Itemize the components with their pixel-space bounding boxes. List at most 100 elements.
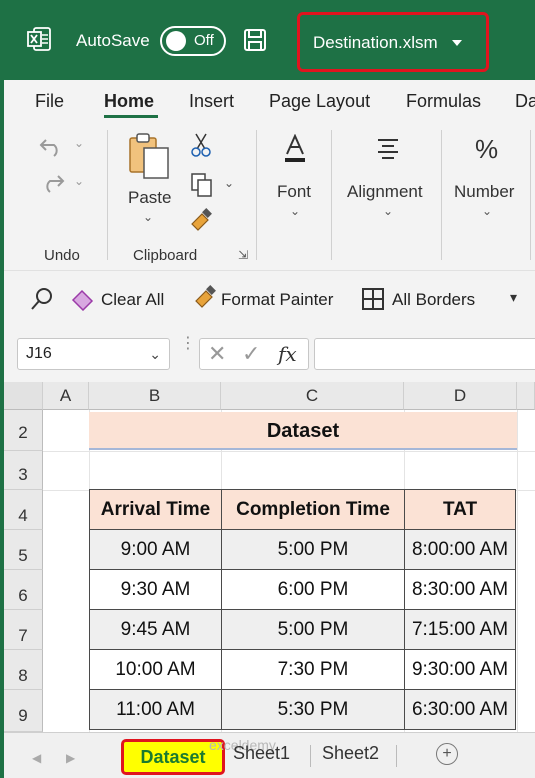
column-header-b[interactable]: B	[89, 382, 221, 410]
gridline	[43, 451, 535, 452]
row-header-4[interactable]: 4	[4, 490, 43, 530]
drag-handle-icon[interactable]: ⋮	[180, 336, 196, 352]
ribbon-divider	[530, 130, 531, 260]
quick-access-row: Clear All Format Painter All Borders ▾	[4, 270, 535, 326]
cancel-icon[interactable]: ✕	[208, 341, 226, 367]
font-button[interactable]: Font	[277, 182, 311, 202]
formula-buttons: ✕ ✓ fx	[199, 338, 309, 370]
redo-icon[interactable]	[38, 170, 66, 194]
search-icon[interactable]	[30, 287, 54, 311]
tab-divider	[396, 745, 397, 767]
chevron-down-icon	[452, 40, 462, 46]
row-header-5[interactable]: 5	[4, 530, 43, 570]
all-borders-icon[interactable]	[361, 287, 385, 311]
tat-cell[interactable]: 7:15:00 AM	[404, 609, 516, 650]
row-header-2[interactable]: 2	[4, 410, 43, 451]
chevron-down-icon[interactable]: ⌄	[149, 346, 161, 363]
row-header-9[interactable]: 9	[4, 690, 43, 732]
tab-data[interactable]: Da	[515, 91, 535, 112]
row-header-3[interactable]: 3	[4, 451, 43, 490]
redo-chevron-icon[interactable]: ⌄	[74, 174, 84, 188]
menu-bar: File Home Insert Page Layout Formulas Da	[4, 80, 535, 120]
name-box[interactable]: J16 ⌄	[17, 338, 170, 370]
scroll-right-icon[interactable]: ▶	[66, 751, 75, 765]
ribbon-divider	[441, 130, 442, 260]
paste-icon[interactable]	[128, 132, 172, 180]
arrival-time-cell[interactable]: 9:30 AM	[89, 569, 222, 610]
clipboard-group-label: Clipboard	[133, 247, 198, 264]
arrival-time-cell[interactable]: 9:00 AM	[89, 529, 222, 570]
tat-cell[interactable]: 8:00:00 AM	[404, 529, 516, 570]
tat-cell[interactable]: 6:30:00 AM	[404, 689, 516, 730]
clear-all-button[interactable]: Clear All	[101, 290, 164, 310]
arrival-time-cell[interactable]: 9:45 AM	[89, 609, 222, 650]
arrival-time-cell[interactable]: 11:00 AM	[89, 689, 222, 730]
save-icon[interactable]	[243, 28, 267, 52]
header-tat[interactable]: TAT	[404, 489, 516, 530]
paste-chevron-icon[interactable]: ⌄	[143, 210, 153, 224]
paste-button[interactable]: Paste	[128, 188, 171, 208]
column-header-e[interactable]	[517, 382, 535, 410]
column-header-c[interactable]: C	[221, 382, 404, 410]
eraser-icon[interactable]	[70, 287, 96, 311]
header-completion-time[interactable]: Completion Time	[221, 489, 405, 530]
number-button[interactable]: Number	[454, 182, 514, 202]
name-box-value: J16	[26, 345, 52, 362]
font-icon[interactable]	[283, 134, 307, 164]
data-table: Arrival Time Completion Time TAT 9:00 AM…	[89, 489, 516, 730]
header-arrival-time[interactable]: Arrival Time	[89, 489, 222, 530]
completion-time-cell[interactable]: 6:00 PM	[221, 569, 405, 610]
table-header-row: Arrival Time Completion Time TAT	[89, 489, 516, 530]
copy-chevron-icon[interactable]: ⌄	[224, 176, 234, 190]
tab-home[interactable]: Home	[104, 91, 154, 112]
column-header-a[interactable]: A	[43, 382, 89, 410]
sheet-tab-sheet2[interactable]: Sheet2	[322, 743, 379, 764]
title-bar: AutoSave Off Destination.xlsm	[0, 0, 535, 80]
percent-icon[interactable]: %	[475, 134, 498, 165]
format-painter-icon[interactable]	[188, 208, 214, 234]
formula-input[interactable]	[314, 338, 535, 370]
tab-page-layout[interactable]: Page Layout	[269, 91, 370, 112]
table-row: 9:45 AM 5:00 PM 7:15:00 AM	[89, 609, 516, 650]
all-borders-button[interactable]: All Borders	[392, 290, 475, 310]
tab-insert[interactable]: Insert	[189, 91, 234, 112]
completion-time-cell[interactable]: 5:30 PM	[221, 689, 405, 730]
format-painter-icon[interactable]	[192, 285, 218, 311]
enter-icon[interactable]: ✓	[242, 341, 260, 367]
insert-function-button[interactable]: fx	[278, 342, 297, 366]
format-painter-button[interactable]: Format Painter	[221, 290, 333, 310]
filename-dropdown[interactable]: Destination.xlsm	[297, 12, 489, 72]
tab-file[interactable]: File	[35, 91, 64, 112]
font-chevron-icon[interactable]: ⌄	[290, 204, 300, 218]
undo-chevron-icon[interactable]: ⌄	[74, 136, 84, 150]
dataset-title-cell[interactable]: Dataset	[89, 412, 517, 450]
select-all-corner[interactable]	[4, 382, 43, 410]
autosave-toggle[interactable]: Off	[160, 26, 226, 56]
completion-time-cell[interactable]: 5:00 PM	[221, 609, 405, 650]
tat-cell[interactable]: 8:30:00 AM	[404, 569, 516, 610]
alignment-icon[interactable]	[376, 138, 400, 160]
completion-time-cell[interactable]: 5:00 PM	[221, 529, 405, 570]
gridline	[517, 410, 518, 732]
completion-time-cell[interactable]: 7:30 PM	[221, 649, 405, 690]
table-row: 10:00 AM 7:30 PM 9:30:00 AM	[89, 649, 516, 690]
sheet-tab-sheet1[interactable]: Sheet1	[233, 743, 290, 764]
tab-formulas[interactable]: Formulas	[406, 91, 481, 112]
add-sheet-button[interactable]: +	[436, 743, 458, 765]
number-chevron-icon[interactable]: ⌄	[482, 204, 492, 218]
dialog-launcher-icon[interactable]: ⇲	[238, 248, 248, 262]
tat-cell[interactable]: 9:30:00 AM	[404, 649, 516, 690]
alignment-chevron-icon[interactable]: ⌄	[383, 204, 393, 218]
toggle-knob	[166, 31, 186, 51]
more-options-icon[interactable]: ▾	[510, 289, 517, 306]
row-header-6[interactable]: 6	[4, 570, 43, 610]
cut-icon[interactable]	[190, 132, 212, 158]
arrival-time-cell[interactable]: 10:00 AM	[89, 649, 222, 690]
undo-icon[interactable]	[38, 134, 66, 158]
scroll-left-icon[interactable]: ◀	[32, 751, 41, 765]
row-header-7[interactable]: 7	[4, 610, 43, 650]
row-header-8[interactable]: 8	[4, 650, 43, 690]
alignment-button[interactable]: Alignment	[347, 182, 423, 202]
copy-icon[interactable]	[190, 172, 214, 198]
column-header-d[interactable]: D	[404, 382, 517, 410]
